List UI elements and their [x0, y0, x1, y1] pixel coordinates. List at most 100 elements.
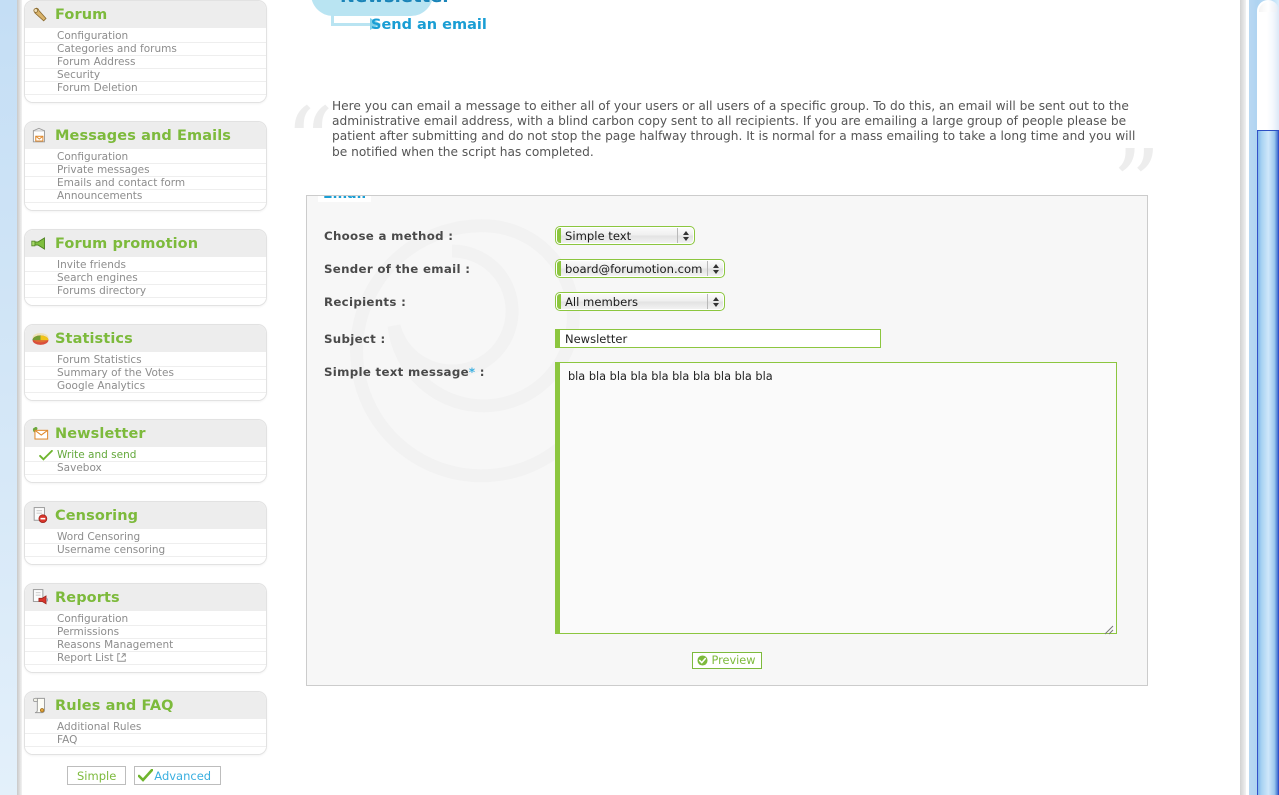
sidebar-item-configuration[interactable]: Configuration	[25, 613, 266, 626]
sidebar-item-label: Write and send	[57, 449, 137, 461]
sidebar-item-label: Savebox	[57, 462, 102, 474]
sidebar-item-private-messages[interactable]: Private messages	[25, 164, 266, 177]
sidebar-item-invite-friends[interactable]: Invite friends	[25, 259, 266, 272]
intro-text: Here you can email a message to either a…	[332, 99, 1136, 159]
sidebar-panel-body: Forum Statistics Summary of the Votes Goog…	[25, 352, 266, 400]
sidebar-item-security[interactable]: Security	[25, 69, 266, 82]
sidebar-item-label: Report List	[57, 652, 114, 664]
preview-button-label: Preview	[711, 654, 756, 667]
chevron-updown-icon[interactable]	[677, 228, 693, 243]
method-select-value: Simple text	[565, 228, 632, 243]
sidebar-item-forums-directory[interactable]: Forums directory	[25, 285, 266, 298]
sidebar-item-label: Forums directory	[57, 285, 147, 297]
chevron-updown-icon[interactable]	[707, 261, 723, 276]
message-textarea-wrap: bla bla bla bla bla bla bla bla bla bla	[555, 362, 1117, 638]
sidebar-item-label: Google Analytics	[57, 380, 146, 392]
method-select[interactable]: Simple text	[555, 226, 695, 245]
sidebar-item-summary-of-the-votes[interactable]: Summary of the Votes	[25, 367, 266, 380]
sidebar-item-label: Reasons Management	[57, 639, 174, 651]
sidebar-item-label: Forum Statistics	[57, 354, 142, 366]
sidebar-item-username-censoring[interactable]: Username censoring	[25, 544, 266, 557]
scrollbar-lower-track[interactable]	[1257, 131, 1279, 795]
recipients-row: Recipients : All members	[307, 292, 1147, 311]
sidebar-panel-header: Forum	[25, 1, 266, 28]
sidebar-item-configuration[interactable]: Configuration	[25, 30, 266, 43]
email-form: Choose a method : Simple text Sender of …	[307, 196, 1147, 685]
sidebar-panel-censoring: Censoring Word Censoring Username censorin…	[24, 501, 267, 565]
chevron-updown-icon[interactable]	[707, 294, 723, 309]
sidebar-item-categories-and-forums[interactable]: Categories and forums	[25, 43, 266, 56]
sidebar-item-write-and-send[interactable]: Write and send	[25, 449, 266, 462]
sidebar-item-configuration[interactable]: Configuration	[25, 151, 266, 164]
sidebar-item-search-engines[interactable]: Search engines	[25, 272, 266, 285]
sidebar-item-word-censoring[interactable]: Word Censoring	[25, 531, 266, 544]
check-circle-icon	[696, 655, 708, 666]
sidebar-item-label: Configuration	[57, 613, 129, 625]
sidebar-item-label: FAQ	[57, 734, 78, 746]
advanced-mode-button[interactable]: Advanced	[134, 766, 222, 785]
subject-label: Subject :	[324, 332, 386, 346]
message-textarea[interactable]: bla bla bla bla bla bla bla bla bla bla	[555, 362, 1117, 634]
sidebar-panel-header: Reports	[25, 584, 266, 611]
sidebar-item-forum-deletion[interactable]: Forum Deletion	[25, 82, 266, 95]
sidebar-panel-header: Censoring	[25, 502, 266, 529]
sidebar-item-label: Emails and contact form	[57, 177, 186, 189]
sidebar-item-label: Word Censoring	[57, 531, 141, 543]
sidebar-item-additional-rules[interactable]: Additional Rules	[25, 721, 266, 734]
subject-row: Subject :	[307, 329, 1147, 348]
preview-button[interactable]: Preview	[691, 652, 763, 669]
sidebar-item-permissions[interactable]: Permissions	[25, 626, 266, 639]
simple-mode-button[interactable]: Simple	[67, 766, 127, 785]
sidebar-item-emails-and-contact-form[interactable]: Emails and contact form	[25, 177, 266, 190]
sidebar-panel-list: Forum Configuration Categories and forums F…	[22, 0, 274, 755]
message-label: Simple text message* :	[307, 362, 555, 379]
required-asterisk: *	[468, 365, 476, 379]
page-scrollbar[interactable]	[1240, 0, 1279, 795]
admin-sidebar: Forum Configuration Categories and forums F…	[22, 0, 274, 795]
sidebar-panel-messages-and-emails: Messages and Emails Configuration Private …	[24, 121, 267, 211]
sender-row: Sender of the email : board@forumotion.c…	[307, 259, 1147, 278]
sidebar-item-label: Private messages	[57, 164, 150, 176]
check-icon	[138, 769, 154, 782]
sidebar-panel-body: Invite friends Search engines Forums direc…	[25, 257, 266, 305]
report-megaphone-icon	[31, 588, 50, 607]
scrollbar-thumb-cap	[1259, 2, 1277, 12]
message-row: Simple text message* : bla bla bla bla b…	[307, 362, 1147, 638]
email-fieldset: Email Choose a method : Simple text Send…	[306, 195, 1148, 686]
subject-input[interactable]	[555, 329, 881, 348]
sidebar-item-savebox[interactable]: Savebox	[25, 462, 266, 475]
sidebar-panel-body: Additional Rules FAQ	[25, 719, 266, 754]
sidebar-item-label: Search engines	[57, 272, 138, 284]
mailbox-icon	[31, 126, 50, 145]
sidebar-panel-statistics: Statistics Forum Statistics Summary of the…	[24, 324, 267, 401]
recipients-select[interactable]: All members	[555, 292, 725, 311]
sender-select[interactable]: board@forumotion.com	[555, 259, 725, 278]
scrollbar-thumb[interactable]	[1257, 0, 1279, 131]
sidebar-panel-title: Censoring	[55, 507, 139, 524]
scroll-icon	[31, 696, 50, 715]
sidebar-item-forum-address[interactable]: Forum Address	[25, 56, 266, 69]
megaphone-icon	[31, 234, 50, 253]
sidebar-item-google-analytics[interactable]: Google Analytics	[25, 380, 266, 393]
sidebar-item-forum-statistics[interactable]: Forum Statistics	[25, 354, 266, 367]
main-content: Newsletter Send an email “ ” Here you ca…	[285, 0, 1185, 686]
document-block-icon	[31, 506, 50, 525]
sidebar-item-label: Configuration	[57, 30, 129, 42]
sidebar-panel-header: Messages and Emails	[25, 122, 266, 149]
sidebar-panel-header: Forum promotion	[25, 230, 266, 257]
sidebar-item-label: Permissions	[57, 626, 120, 638]
pie-chart-icon	[31, 329, 50, 348]
sidebar-item-faq[interactable]: FAQ	[25, 734, 266, 747]
wrench-icon	[31, 5, 50, 24]
sender-select-value: board@forumotion.com	[565, 261, 703, 276]
sidebar-item-announcements[interactable]: Announcements	[25, 190, 266, 203]
message-label-colon: :	[479, 365, 485, 379]
sidebar-item-label: Forum Deletion	[57, 82, 138, 94]
sender-label: Sender of the email :	[324, 262, 471, 276]
sidebar-item-report-list[interactable]: Report List	[25, 652, 266, 665]
sidebar-panel-forum-promotion: Forum promotion Invite friends Search engi…	[24, 229, 267, 306]
sidebar-item-reasons-management[interactable]: Reasons Management	[25, 639, 266, 652]
sidebar-item-label: Categories and forums	[57, 43, 177, 55]
sidebar-item-label: Announcements	[57, 190, 143, 202]
method-row: Choose a method : Simple text	[307, 226, 1147, 245]
